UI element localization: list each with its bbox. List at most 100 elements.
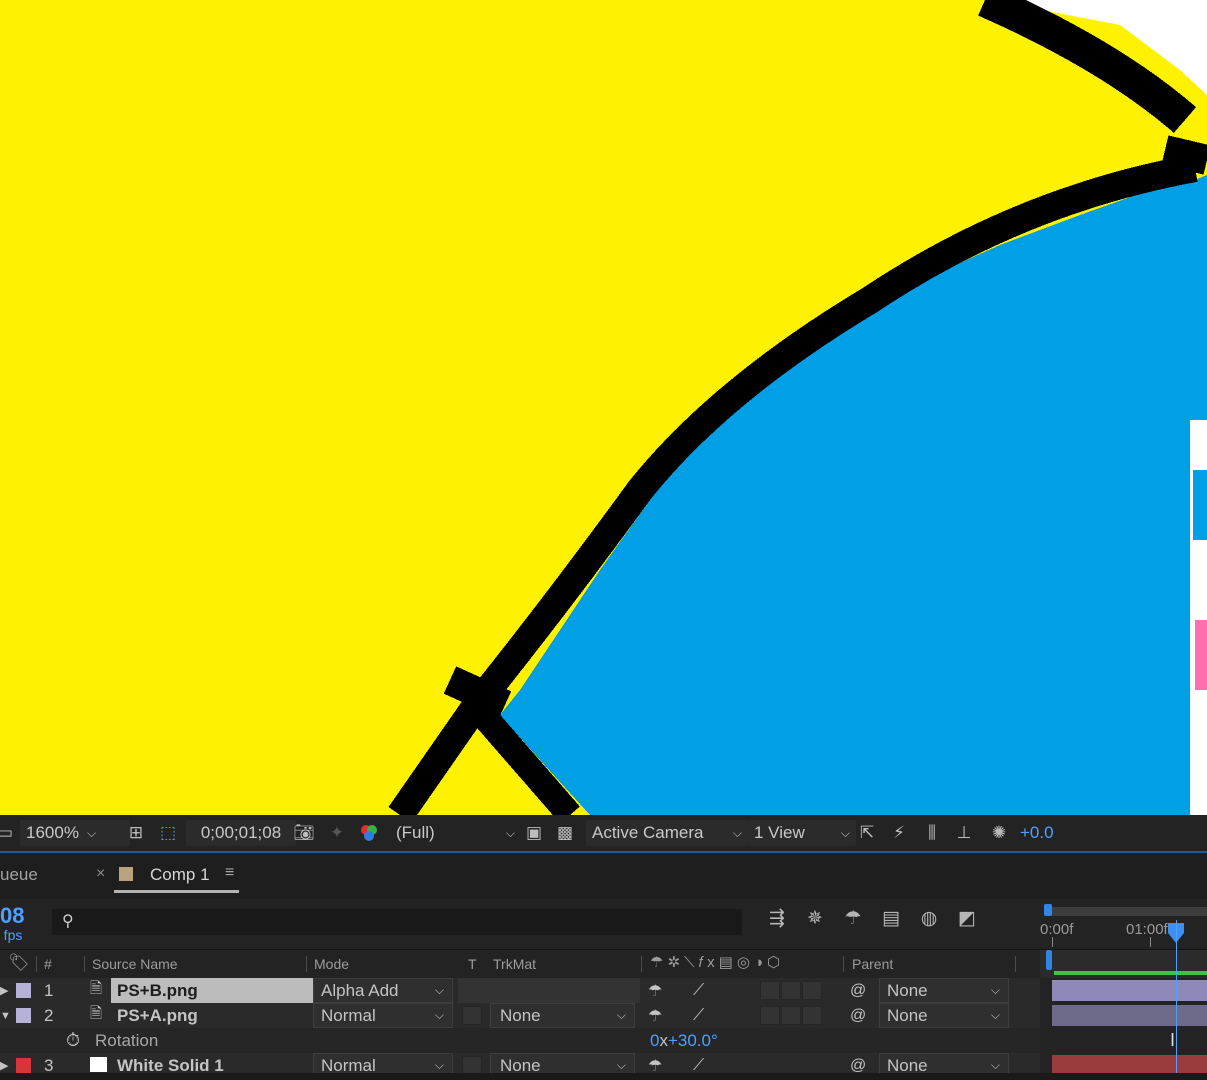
time-ruler[interactable]: 0:00f 01:00f bbox=[1040, 899, 1207, 949]
footage-file-icon: 🗎 bbox=[90, 980, 103, 997]
work-area-handle[interactable] bbox=[1046, 950, 1052, 970]
collapse-arrow-icon[interactable]: ▼ bbox=[0, 1003, 11, 1028]
layer-label-color[interactable] bbox=[16, 1058, 31, 1073]
ruler-tick bbox=[1150, 937, 1151, 947]
resolution-value: (Full) bbox=[396, 823, 435, 842]
search-input[interactable] bbox=[86, 911, 730, 933]
switch-box[interactable] bbox=[781, 1006, 801, 1025]
work-area-range bbox=[1054, 971, 1207, 975]
layer-column-headers: 🏷︎ # Source Name Mode T TrkMat ☂✲⟍𝑓x▤◎◑⬡… bbox=[0, 949, 1207, 979]
flowchart-icon[interactable]: ⊥ bbox=[950, 815, 978, 851]
label-tag-icon[interactable]: 🏷︎ bbox=[8, 953, 30, 973]
switches-icons[interactable]: ☂✲⟍𝑓x▤◎◑⬡ bbox=[650, 953, 784, 971]
transparency-grid-icon[interactable]: ▩ bbox=[552, 815, 578, 851]
layer-duration-bar[interactable] bbox=[1052, 1005, 1207, 1026]
work-area-start-handle[interactable] bbox=[1044, 904, 1052, 916]
column-mode[interactable]: Mode bbox=[314, 956, 349, 972]
shy-switch-icon[interactable]: ☂ bbox=[648, 1003, 662, 1028]
zoom-dropdown[interactable]: 1600% ⌵ bbox=[20, 820, 130, 846]
layer-duration-bar[interactable] bbox=[1052, 980, 1207, 1001]
composition-mini-flowchart-icon[interactable]: ⇶ bbox=[758, 907, 796, 930]
parent-value: None bbox=[887, 1005, 928, 1025]
graph-editor-icon[interactable]: ◩ bbox=[948, 907, 986, 930]
trkmat-value: None bbox=[500, 1005, 541, 1025]
layer-row-2[interactable]: ▼ 2 🗎 PS+A.png Normal ⌵ None ⌵ ☂ ⟋ @ None ⌵ bbox=[0, 1003, 1040, 1028]
close-icon[interactable]: × bbox=[96, 865, 105, 883]
edge-artifact-pink bbox=[1195, 620, 1207, 690]
tab-render-queue[interactable]: ueue bbox=[0, 865, 38, 885]
quality-switch-icon[interactable]: ⟋ bbox=[693, 1003, 704, 1028]
search-icon: ⚲ bbox=[62, 913, 74, 930]
rotation-revolutions[interactable]: 0 bbox=[650, 1031, 659, 1051]
work-area-bar[interactable] bbox=[1046, 907, 1207, 916]
frame-blending-icon[interactable]: ▤ bbox=[872, 907, 910, 930]
rotation-degrees[interactable]: +30.0° bbox=[668, 1031, 718, 1051]
region-of-interest-icon[interactable]: ▣ bbox=[521, 815, 547, 851]
expand-arrow-icon[interactable]: ▶ bbox=[0, 978, 8, 1003]
layer-2-bar-lane bbox=[1040, 1003, 1207, 1028]
hide-shy-layers-icon[interactable]: ☂ bbox=[834, 907, 872, 930]
views-value: 1 View bbox=[754, 823, 805, 842]
composition-viewer[interactable] bbox=[0, 0, 1207, 815]
layer-name[interactable]: PS+A.png bbox=[117, 1003, 198, 1028]
channel-rgb-icon[interactable] bbox=[355, 815, 383, 851]
trkmat-dropdown[interactable]: None ⌵ bbox=[490, 1003, 635, 1028]
column-source-name[interactable]: Source Name bbox=[92, 956, 178, 972]
blend-mode-dropdown[interactable]: Alpha Add ⌵ bbox=[313, 978, 453, 1003]
parent-dropdown[interactable]: None ⌵ bbox=[879, 978, 1009, 1003]
quality-switch-icon[interactable]: ⟋ bbox=[693, 978, 704, 1003]
stopwatch-icon[interactable]: ⏱︎ bbox=[66, 1028, 80, 1053]
blend-mode-dropdown[interactable]: Normal ⌵ bbox=[313, 1003, 453, 1028]
draft-3d-icon[interactable]: ✵ bbox=[796, 907, 834, 930]
column-number[interactable]: # bbox=[44, 956, 52, 972]
switch-box[interactable] bbox=[802, 981, 822, 1000]
switch-box[interactable] bbox=[802, 1006, 822, 1025]
mask-visibility-icon[interactable]: ⬚ bbox=[154, 815, 182, 851]
switch-box[interactable] bbox=[760, 1006, 780, 1025]
layer-1-bar-lane bbox=[1040, 978, 1207, 1003]
edge-artifact-blue bbox=[1193, 470, 1207, 540]
panel-menu-icon[interactable]: ≡ bbox=[225, 864, 234, 882]
chevron-down-icon: ⌵ bbox=[990, 1058, 1000, 1072]
show-snapshot-icon[interactable]: ✦ bbox=[323, 815, 351, 851]
column-trkmat[interactable]: TrkMat bbox=[493, 956, 536, 972]
reset-exposure-icon[interactable]: ✺ bbox=[986, 815, 1012, 851]
switch-box[interactable] bbox=[760, 981, 780, 1000]
chevron-down-icon: ⌵ bbox=[86, 825, 97, 840]
current-time-indicator-line[interactable] bbox=[1176, 920, 1177, 1080]
snapshot-camera-icon[interactable]: 📷︎ bbox=[290, 815, 318, 851]
views-dropdown[interactable]: 1 View ⌵ bbox=[748, 820, 856, 846]
exposure-value[interactable]: +0.0 bbox=[1020, 815, 1054, 851]
layer-label-color[interactable] bbox=[16, 1008, 31, 1023]
grid-guides-icon[interactable]: ⊞ bbox=[122, 815, 150, 851]
chevron-down-icon: ⌵ bbox=[732, 825, 742, 840]
zoom-value: 1600% bbox=[26, 823, 79, 842]
chevron-down-icon: ⌵ bbox=[616, 1008, 626, 1022]
always-preview-icon[interactable]: ▭ bbox=[0, 815, 13, 851]
layer-label-color[interactable] bbox=[16, 983, 31, 998]
layer-row-1[interactable]: ▶ 1 🗎 PS+B.png Alpha Add ⌵ ☂ ⟋ @ None ⌵ bbox=[0, 978, 1040, 1003]
rotation-x: x bbox=[659, 1030, 668, 1050]
column-parent[interactable]: Parent bbox=[852, 956, 893, 972]
toggle-pixel-aspect-icon[interactable]: ⇱ bbox=[854, 815, 880, 851]
shy-switch-icon[interactable]: ☂ bbox=[648, 978, 662, 1003]
column-t[interactable]: T bbox=[468, 956, 477, 972]
fast-previews-icon[interactable]: ⚡︎ bbox=[886, 815, 912, 851]
trkmat-disabled bbox=[458, 978, 640, 1003]
timeline-icon[interactable]: ⫼ bbox=[918, 815, 946, 851]
camera-dropdown[interactable]: Active Camera ⌵ bbox=[586, 820, 748, 846]
motion-blur-icon[interactable]: ◍ bbox=[910, 907, 948, 930]
resolution-dropdown[interactable]: (Full) ⌵ bbox=[390, 815, 515, 851]
parent-dropdown[interactable]: None ⌵ bbox=[879, 1003, 1009, 1028]
current-time-display[interactable]: 0;00;01;08 bbox=[186, 820, 296, 846]
current-time[interactable]: 08 bbox=[0, 903, 24, 929]
preserve-transparency-switch[interactable] bbox=[462, 1006, 482, 1025]
parent-pickwhip-icon[interactable]: @ bbox=[850, 1003, 866, 1028]
layer-name[interactable]: PS+B.png bbox=[111, 978, 313, 1003]
tab-comp-1[interactable]: Comp 1 bbox=[150, 865, 210, 885]
layer-search-field[interactable]: ⚲ bbox=[52, 909, 742, 935]
active-tab-indicator bbox=[114, 890, 239, 893]
rotation-value[interactable]: 0 x +30.0° bbox=[650, 1028, 718, 1053]
switch-box[interactable] bbox=[781, 981, 801, 1000]
parent-pickwhip-icon[interactable]: @ bbox=[850, 978, 866, 1003]
